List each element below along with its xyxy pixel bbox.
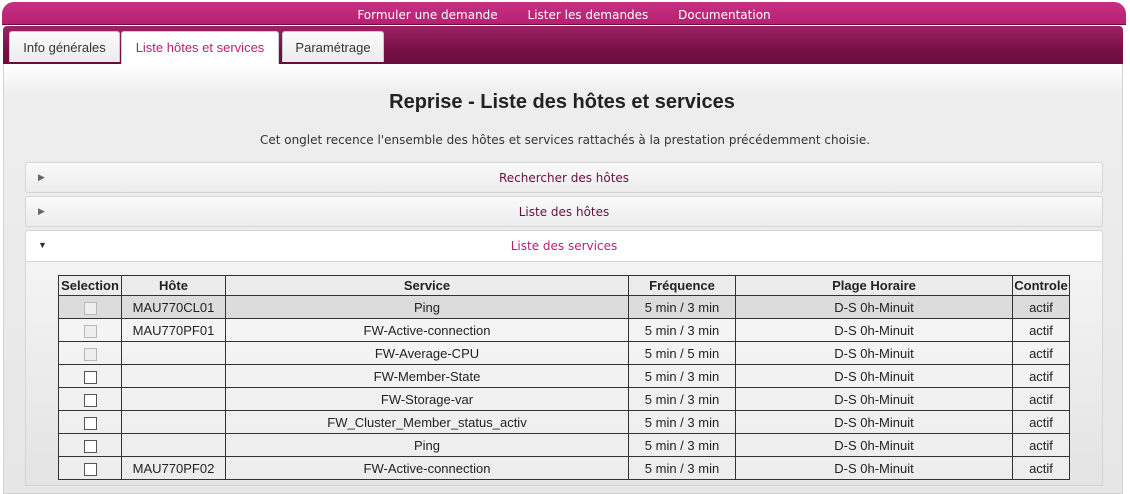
selection-cell [58, 456, 122, 480]
host-cell [121, 364, 226, 388]
row-select-checkbox [83, 324, 97, 338]
nav-link-documentation[interactable]: Documentation [678, 8, 771, 22]
frequence-cell: 5 min / 5 min [628, 341, 736, 365]
plage-horaire-cell: D-S 0h-Minuit [735, 295, 1013, 319]
selection-cell [58, 387, 122, 411]
frequence-cell: 5 min / 3 min [628, 410, 736, 434]
column-header-service: Service [225, 275, 629, 296]
frequence-cell: 5 min / 3 min [628, 456, 736, 480]
selection-cell [58, 433, 122, 457]
plage-horaire-cell: D-S 0h-Minuit [735, 341, 1013, 365]
host-cell [121, 410, 226, 434]
controle-cell: actif [1012, 318, 1070, 342]
service-cell: Ping [225, 433, 629, 457]
service-cell: FW-Member-State [225, 364, 629, 388]
plage-horaire-cell: D-S 0h-Minuit [735, 318, 1013, 342]
column-header-frequence: Fréquence [628, 275, 736, 296]
selection-cell [58, 341, 122, 365]
frequence-cell: 5 min / 3 min [628, 295, 736, 319]
accordion-label: Rechercher des hôtes [498, 171, 630, 185]
accordion-label: Liste des services [510, 239, 618, 253]
host-cell [121, 433, 226, 457]
row-select-checkbox [83, 301, 97, 315]
tab-parametrage[interactable]: Paramétrage [282, 31, 384, 62]
selection-cell [58, 318, 122, 342]
tab-bar: Info générales Liste hôtes et services P… [3, 26, 1123, 64]
controle-cell: actif [1012, 456, 1070, 480]
controle-cell: actif [1012, 295, 1070, 319]
plage-horaire-cell: D-S 0h-Minuit [735, 387, 1013, 411]
controle-cell: actif [1012, 433, 1070, 457]
plage-horaire-cell: D-S 0h-Minuit [735, 410, 1013, 434]
host-cell: MAU770CL01 [121, 295, 226, 319]
accordion-liste-services[interactable]: ▼ Liste des services [25, 230, 1103, 262]
service-cell: Ping [225, 295, 629, 319]
nav-link-lister-demandes[interactable]: Lister les demandes [528, 8, 649, 22]
frequence-cell: 5 min / 3 min [628, 387, 736, 411]
table-row[interactable]: FW-Storage-var 5 min / 3 min D-S 0h-Minuit… [58, 387, 1070, 411]
service-cell: FW-Storage-var [225, 387, 629, 411]
host-cell [121, 341, 226, 365]
table-row[interactable]: Ping 5 min / 3 min D-S 0h-Minuit actif [58, 433, 1070, 457]
selection-cell [58, 410, 122, 434]
service-cell: FW_Cluster_Member_status_activ [225, 410, 629, 434]
table-row[interactable]: FW-Average-CPU 5 min / 5 min D-S 0h-Minuit… [58, 341, 1070, 365]
table-row[interactable]: MAU770PF02 FW-Active-connection 5 min / 3 … [58, 456, 1070, 480]
services-table: Selection Hôte Service Fréquence Plage H… [58, 275, 1070, 480]
row-select-checkbox[interactable] [83, 462, 97, 476]
selection-cell [58, 364, 122, 388]
row-select-checkbox[interactable] [83, 393, 97, 407]
row-select-checkbox [83, 347, 97, 361]
row-select-checkbox[interactable] [83, 416, 97, 430]
tab-info-generales[interactable]: Info générales [9, 31, 120, 62]
column-header-hote: Hôte [121, 275, 226, 296]
accordion-label: Liste des hôtes [518, 205, 610, 219]
host-cell: MAU770PF01 [121, 318, 226, 342]
column-header-selection: Selection [58, 275, 122, 296]
plage-horaire-cell: D-S 0h-Minuit [735, 456, 1013, 480]
row-select-checkbox[interactable] [83, 439, 97, 453]
top-navigation: Formuler une demande Lister les demandes… [2, 2, 1126, 24]
controle-cell: actif [1012, 387, 1070, 411]
controle-cell: actif [1012, 364, 1070, 388]
row-select-checkbox[interactable] [83, 370, 97, 384]
plage-horaire-cell: D-S 0h-Minuit [735, 433, 1013, 457]
page-description: Cet onglet recence l'ensemble des hôtes … [259, 133, 871, 147]
frequence-cell: 5 min / 3 min [628, 318, 736, 342]
service-cell: FW-Average-CPU [225, 341, 629, 365]
nav-link-formuler-demande[interactable]: Formuler une demande [357, 8, 497, 22]
frequence-cell: 5 min / 3 min [628, 364, 736, 388]
table-row[interactable]: FW-Member-State 5 min / 3 min D-S 0h-Minui… [58, 364, 1070, 388]
table-row[interactable]: FW_Cluster_Member_status_activ 5 min / 3 … [58, 410, 1070, 434]
frequence-cell: 5 min / 3 min [628, 433, 736, 457]
table-row[interactable]: MAU770CL01 Ping 5 min / 3 min D-S 0h-Minuit… [58, 295, 1070, 319]
table-header-row: Selection Hôte Service Fréquence Plage H… [58, 275, 1070, 296]
controle-cell: actif [1012, 410, 1070, 434]
column-header-plage-horaire: Plage Horaire [735, 275, 1013, 296]
service-cell: FW-Active-connection [225, 318, 629, 342]
tab-liste-hotes-services[interactable]: Liste hôtes et services [121, 31, 279, 64]
column-header-controle: Controle [1012, 275, 1070, 296]
accordion-liste-hotes[interactable]: ▶ Liste des hôtes [25, 196, 1103, 227]
host-cell: MAU770PF02 [121, 456, 226, 480]
table-row[interactable]: MAU770PF01 FW-Active-connection 5 min / 3 … [58, 318, 1070, 342]
plage-horaire-cell: D-S 0h-Minuit [735, 364, 1013, 388]
host-cell [121, 387, 226, 411]
controle-cell: actif [1012, 341, 1070, 365]
service-cell: FW-Active-connection [225, 456, 629, 480]
selection-cell [58, 295, 122, 319]
page-title: Reprise - Liste des hôtes et services [389, 91, 735, 113]
accordion-rechercher-hotes[interactable]: ▶ Rechercher des hôtes [25, 162, 1103, 193]
